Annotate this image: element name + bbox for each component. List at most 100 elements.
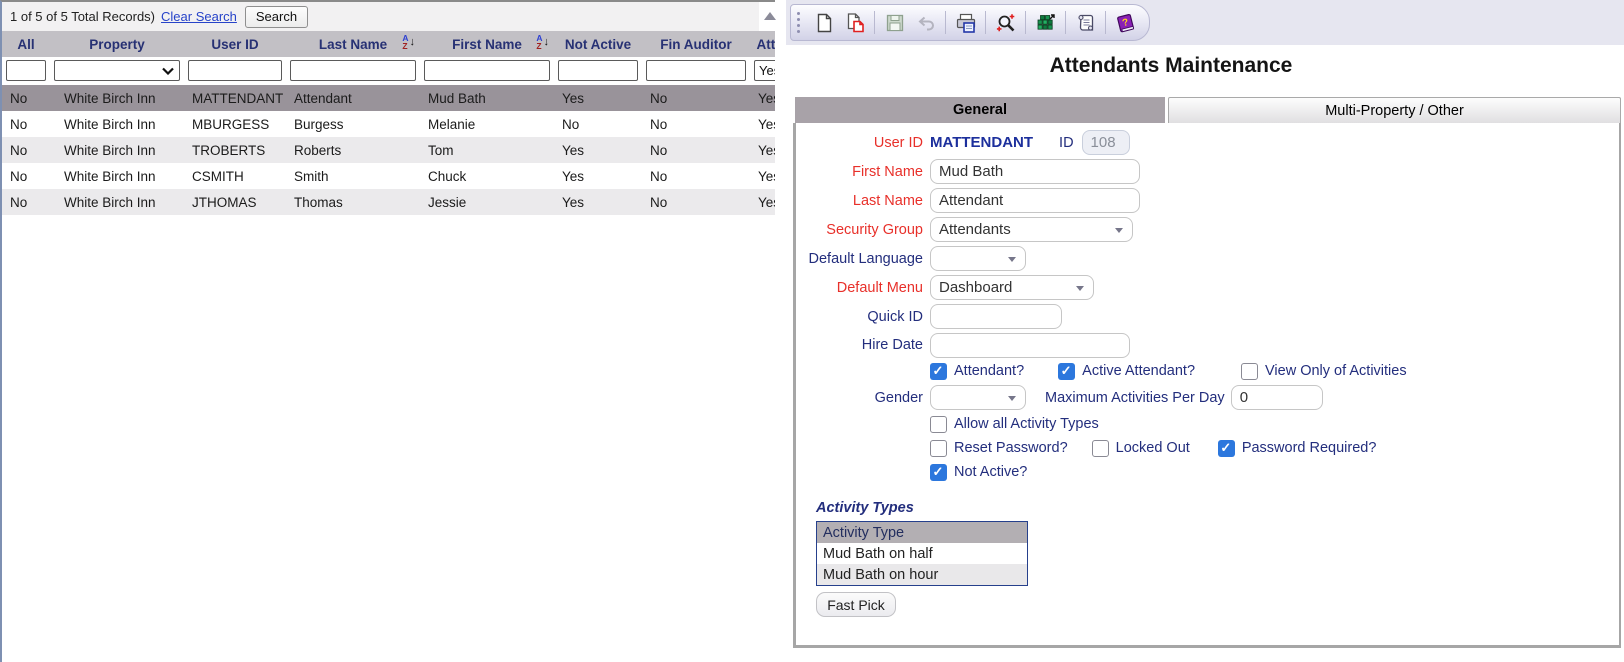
default-language-select[interactable] bbox=[930, 246, 1026, 271]
app-window: 1 of 5 of 5 Total Records) Clear Search … bbox=[0, 0, 1624, 662]
table-row[interactable]: No White Birch Inn CSMITH Smith Chuck Ye… bbox=[2, 163, 775, 189]
toolbar-separator bbox=[1025, 11, 1026, 34]
allow-all-activity-types-label: Allow all Activity Types bbox=[954, 416, 1099, 432]
password-required-checkbox[interactable] bbox=[1218, 440, 1235, 457]
tab-bar: General Multi-Property / Other bbox=[795, 97, 1621, 123]
allow-all-activity-types-checkbox[interactable] bbox=[930, 416, 947, 433]
attendants-maintenance-panel: ? Attendants Maintenance General Multi-P… bbox=[786, 0, 1624, 662]
fast-pick-button[interactable]: Fast Pick bbox=[816, 592, 896, 617]
report-script-icon[interactable] bbox=[1072, 9, 1099, 36]
attendant-checkbox-label: Attendant? bbox=[954, 363, 1024, 379]
zoom-search-icon[interactable] bbox=[992, 9, 1019, 36]
column-header-first-name[interactable]: First Name AZ↓ bbox=[420, 31, 554, 57]
default-menu-select[interactable]: Dashboard bbox=[930, 275, 1094, 300]
hire-date-label: Hire Date bbox=[796, 337, 923, 353]
scroll-up-icon[interactable] bbox=[764, 12, 776, 20]
chevron-down-icon bbox=[161, 67, 175, 75]
last-name-field[interactable] bbox=[930, 188, 1140, 213]
general-tab-content: User ID MATTENDANT ID First Name Last Na… bbox=[793, 123, 1621, 648]
toolbar-separator bbox=[1105, 11, 1106, 34]
column-header-fin-auditor[interactable]: Fin Auditor bbox=[642, 31, 750, 57]
new-record-icon[interactable] bbox=[810, 9, 837, 36]
user-id-row: User ID MATTENDANT ID bbox=[796, 128, 1619, 157]
toolbar-separator bbox=[985, 11, 986, 34]
not-active-label: Not Active? bbox=[954, 464, 1027, 480]
column-header-not-active[interactable]: Not Active bbox=[554, 31, 642, 57]
grid-filter-row bbox=[2, 57, 775, 85]
help-icon[interactable]: ? bbox=[1112, 9, 1139, 36]
filter-last-name-input[interactable] bbox=[290, 60, 416, 81]
chevron-down-icon bbox=[1076, 286, 1084, 291]
default-menu-label: Default Menu bbox=[796, 280, 923, 296]
last-name-label: Last Name bbox=[796, 193, 923, 209]
first-name-label: First Name bbox=[796, 164, 923, 180]
first-name-field[interactable] bbox=[930, 159, 1140, 184]
tab-general[interactable]: General bbox=[795, 97, 1165, 123]
undo-icon[interactable] bbox=[912, 9, 939, 36]
gender-label: Gender bbox=[796, 390, 923, 406]
activity-type-list-header: Activity Type bbox=[817, 522, 1027, 543]
user-id-value: MATTENDANT bbox=[930, 134, 1033, 151]
search-button[interactable]: Search bbox=[245, 6, 308, 28]
page-title: Attendants Maintenance bbox=[786, 54, 1556, 78]
column-header-last-name[interactable]: Last Name AZ↓ bbox=[286, 31, 420, 57]
list-item[interactable]: Mud Bath on hour bbox=[817, 564, 1027, 585]
grid-header-row: All Property User ID Last Name AZ↓ First… bbox=[2, 31, 775, 57]
chevron-down-icon bbox=[1008, 257, 1016, 262]
filter-fin-auditor-input[interactable] bbox=[646, 60, 746, 81]
active-attendant-checkbox[interactable] bbox=[1058, 363, 1075, 380]
sort-az-icon[interactable]: AZ↓ bbox=[402, 35, 415, 50]
default-language-label: Default Language bbox=[796, 251, 923, 267]
toolbar-strip: ? bbox=[786, 0, 1624, 45]
gender-select[interactable] bbox=[930, 385, 1026, 410]
filter-property-select[interactable] bbox=[54, 60, 180, 81]
hire-date-field[interactable] bbox=[930, 333, 1130, 358]
filter-first-name-input[interactable] bbox=[424, 60, 550, 81]
export-grid-icon[interactable] bbox=[1032, 9, 1059, 36]
table-row[interactable]: No White Birch Inn MBURGESS Burgess Mela… bbox=[2, 111, 775, 137]
max-activities-field[interactable] bbox=[1231, 385, 1323, 410]
security-group-label: Security Group bbox=[796, 222, 923, 238]
view-only-checkbox[interactable] bbox=[1241, 363, 1258, 380]
record-id-field bbox=[1082, 130, 1130, 155]
table-row[interactable]: No White Birch Inn TROBERTS Roberts Tom … bbox=[2, 137, 775, 163]
security-group-select[interactable]: Attendants bbox=[930, 217, 1133, 242]
attendant-checkbox[interactable] bbox=[930, 363, 947, 380]
quick-id-field[interactable] bbox=[930, 304, 1062, 329]
not-active-checkbox[interactable] bbox=[930, 464, 947, 481]
table-row[interactable]: No White Birch Inn JTHOMAS Thomas Jessie… bbox=[2, 189, 775, 215]
toolbar-grip-handle[interactable] bbox=[797, 12, 800, 33]
filter-attendant-input[interactable] bbox=[754, 60, 775, 81]
locked-out-checkbox[interactable] bbox=[1092, 440, 1109, 457]
column-header-all[interactable]: All bbox=[2, 31, 50, 57]
toolbar-separator bbox=[1065, 11, 1066, 34]
reset-password-label: Reset Password? bbox=[954, 440, 1068, 456]
active-attendant-checkbox-label: Active Attendant? bbox=[1082, 363, 1195, 379]
chevron-down-icon bbox=[1115, 228, 1123, 233]
column-header-property[interactable]: Property bbox=[50, 31, 184, 57]
record-id-label: ID bbox=[1059, 135, 1074, 151]
records-bar: 1 of 5 of 5 Total Records) Clear Search … bbox=[2, 2, 759, 31]
sort-az-icon[interactable]: AZ↓ bbox=[536, 35, 549, 50]
filter-all-input[interactable] bbox=[6, 60, 46, 81]
clear-search-link[interactable]: Clear Search bbox=[161, 9, 237, 24]
filter-user-id-input[interactable] bbox=[188, 60, 282, 81]
column-header-user-id[interactable]: User ID bbox=[184, 31, 286, 57]
password-required-label: Password Required? bbox=[1242, 440, 1377, 456]
delete-record-icon[interactable] bbox=[841, 9, 868, 36]
reset-password-checkbox[interactable] bbox=[930, 440, 947, 457]
tab-multi-property-other[interactable]: Multi-Property / Other bbox=[1168, 97, 1621, 123]
records-summary: 1 of 5 of 5 Total Records) bbox=[10, 9, 155, 24]
print-icon[interactable] bbox=[952, 9, 979, 36]
column-header-attendant[interactable]: Attendant bbox=[750, 31, 775, 57]
toolbar: ? bbox=[790, 4, 1150, 41]
list-item[interactable]: Mud Bath on half bbox=[817, 543, 1027, 564]
activity-types-section-label: Activity Types bbox=[816, 500, 1619, 518]
max-activities-label: Maximum Activities Per Day bbox=[1045, 390, 1225, 406]
locked-out-label: Locked Out bbox=[1116, 440, 1190, 456]
user-id-label: User ID bbox=[796, 135, 923, 151]
table-row[interactable]: No White Birch Inn MATTENDANT Attendant … bbox=[2, 85, 775, 111]
activity-types-listbox: Activity Type Mud Bath on half Mud Bath … bbox=[816, 521, 1028, 586]
filter-not-active-input[interactable] bbox=[558, 60, 638, 81]
save-icon[interactable] bbox=[881, 9, 908, 36]
